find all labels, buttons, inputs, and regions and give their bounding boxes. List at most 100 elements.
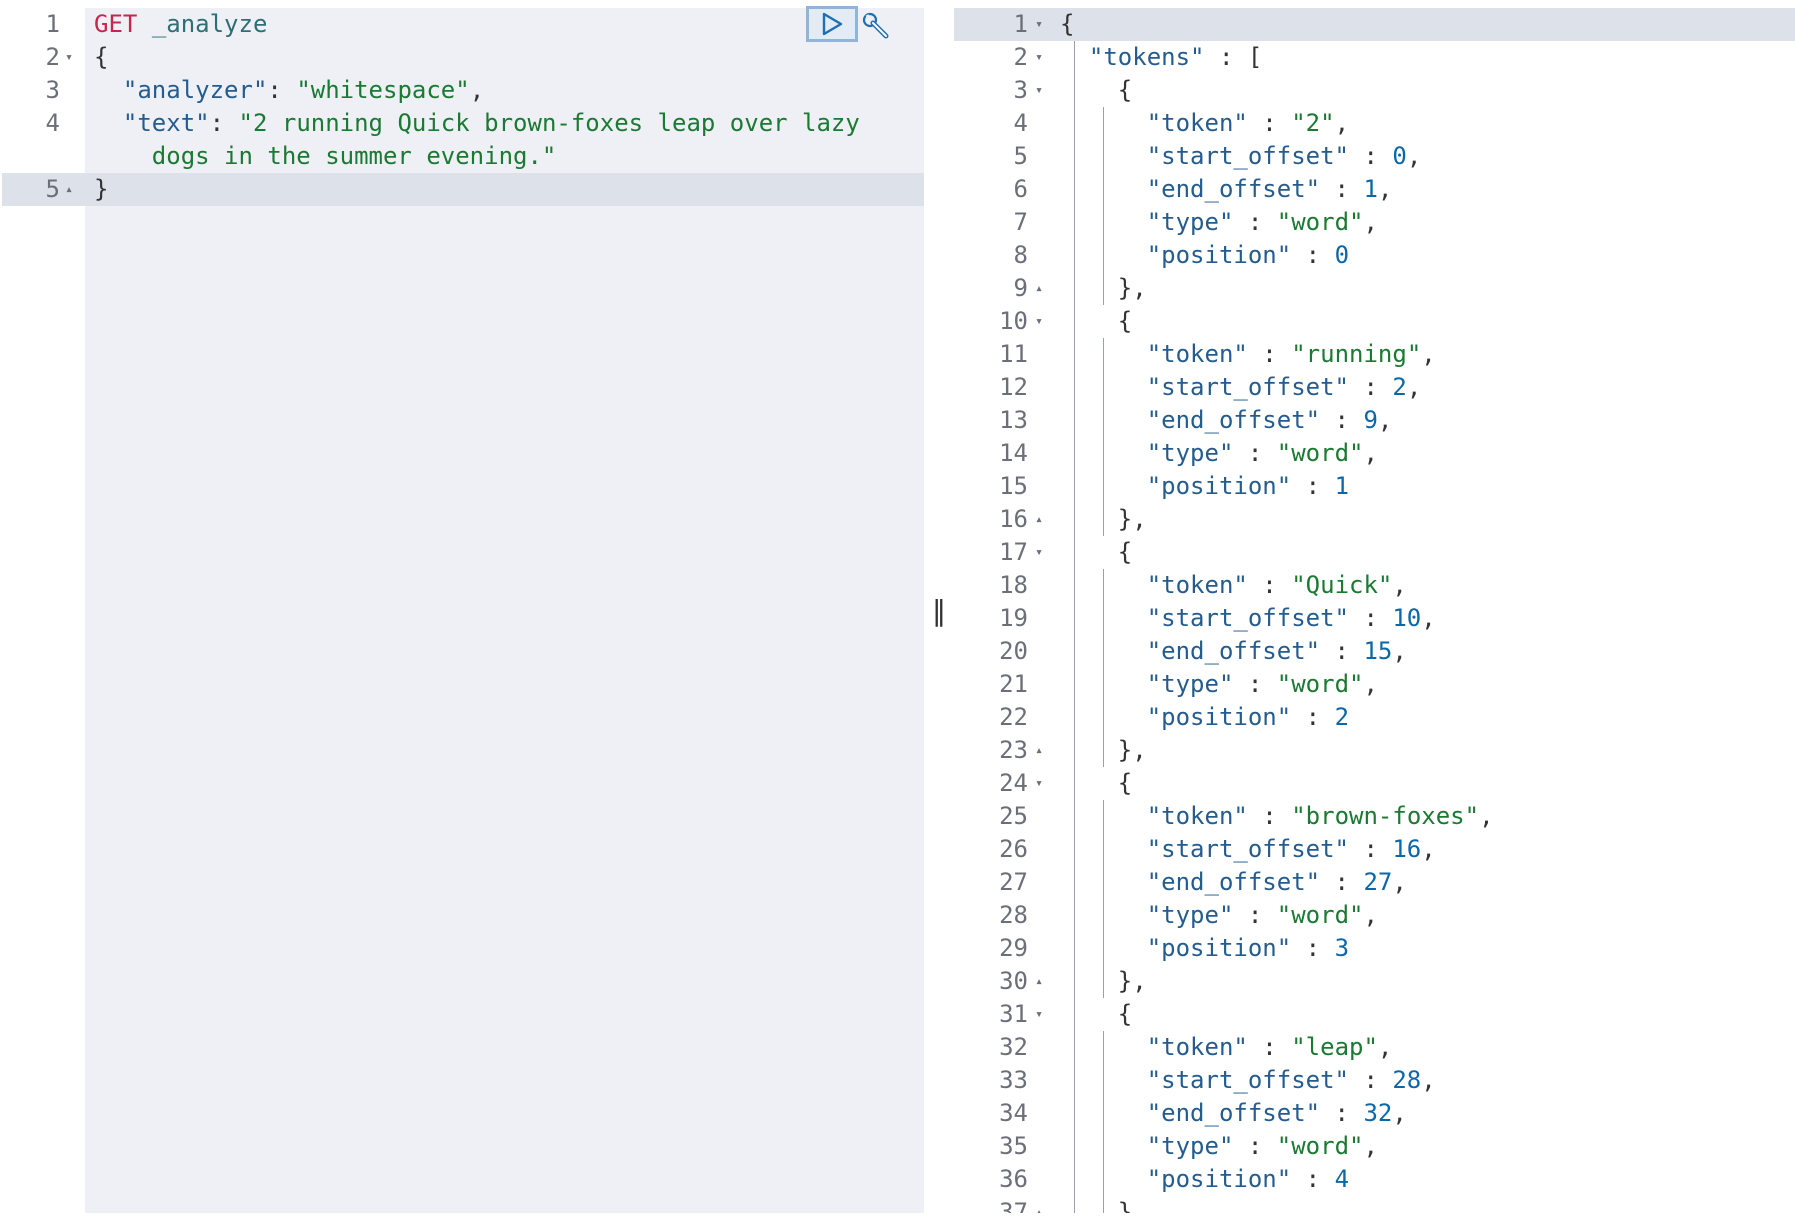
code-token: "type" — [1146, 439, 1234, 467]
indent-guide — [1103, 569, 1104, 767]
response-line[interactable]: 7 "type" : "word", — [954, 206, 1795, 239]
line-number: 27 — [999, 868, 1028, 896]
response-line[interactable]: 6 "end_offset" : 1, — [954, 173, 1795, 206]
response-line[interactable]: 22 "position" : 2 — [954, 701, 1795, 734]
response-line[interactable]: 4 "token" : "2", — [954, 107, 1795, 140]
request-line[interactable]: 1 GET _analyze — [2, 8, 924, 41]
code-token: "start_offset" — [1146, 604, 1349, 632]
response-line[interactable]: 34 "end_offset" : 32, — [954, 1097, 1795, 1130]
response-line[interactable]: 33 "start_offset" : 28, — [954, 1064, 1795, 1097]
fold-collapse-icon[interactable]: ▾ — [1032, 998, 1046, 1031]
pane-resizer[interactable]: ‖ — [924, 8, 954, 1213]
code-token: "analyzer" — [122, 76, 268, 104]
response-line[interactable]: 15 "position" : 1 — [954, 470, 1795, 503]
response-line[interactable]: 24 ▾ { — [954, 767, 1795, 800]
response-line[interactable]: 3 ▾ { — [954, 74, 1795, 107]
fold-expand-icon[interactable]: ▴ — [1032, 965, 1046, 998]
fold-expand-icon[interactable]: ▴ — [1032, 272, 1046, 305]
response-line[interactable]: 21 "type" : "word", — [954, 668, 1795, 701]
code-text: { — [1060, 536, 1132, 569]
fold-collapse-icon[interactable]: ▾ — [62, 41, 76, 74]
code-token: , — [1363, 439, 1378, 467]
code-text: "type" : "word", — [1060, 206, 1378, 239]
fold-collapse-icon[interactable]: ▾ — [1032, 41, 1046, 74]
line-number: 34 — [999, 1099, 1028, 1127]
line-number: 22 — [999, 703, 1028, 731]
response-line[interactable]: 29 "position" : 3 — [954, 932, 1795, 965]
request-lines[interactable]: 1 GET _analyze 2 ▾ {3 "analyzer": "whitespac… — [2, 8, 924, 206]
response-line[interactable]: 19 "start_offset" : 10, — [954, 602, 1795, 635]
line-number: 29 — [999, 934, 1028, 962]
code-text: "text": "2 running Quick brown-foxes lea… — [94, 107, 860, 140]
line-number: 24 — [999, 769, 1028, 797]
response-line[interactable]: 11 "token" : "running", — [954, 338, 1795, 371]
code-token: "leap" — [1291, 1033, 1378, 1061]
response-line[interactable]: 14 "type" : "word", — [954, 437, 1795, 470]
run-request-button[interactable] — [806, 6, 858, 42]
code-token: "2 running Quick brown-foxes leap over l… — [238, 109, 860, 137]
code-token: "Quick" — [1291, 571, 1393, 599]
code-token: GET — [94, 10, 138, 38]
code-token: "end_offset" — [1146, 175, 1321, 203]
response-line[interactable]: 2 ▾ "tokens" : [ — [954, 41, 1795, 74]
response-line[interactable]: 27 "end_offset" : 27, — [954, 866, 1795, 899]
code-token: "position" — [1146, 1165, 1292, 1193]
line-number: 2 — [45, 43, 60, 71]
response-line[interactable]: 5 "start_offset" : 0, — [954, 140, 1795, 173]
response-line[interactable]: 30 ▴ }, — [954, 965, 1795, 998]
fold-collapse-icon[interactable]: ▾ — [1032, 767, 1046, 800]
response-line[interactable]: 1 ▾ { — [954, 8, 1795, 41]
response-line[interactable]: 26 "start_offset" : 16, — [954, 833, 1795, 866]
code-token: 3 — [1334, 934, 1350, 962]
request-line[interactable]: 3 "analyzer": "whitespace", — [2, 74, 924, 107]
code-token: { — [1060, 76, 1133, 104]
line-number — [2, 140, 60, 173]
fold-expand-icon[interactable]: ▴ — [1032, 734, 1046, 767]
request-line[interactable]: 5 ▴} — [2, 173, 924, 206]
code-token: : — [1349, 1066, 1393, 1094]
code-token: "type" — [1146, 208, 1234, 236]
response-line[interactable]: 16 ▴ }, — [954, 503, 1795, 536]
response-viewer[interactable]: 1 ▾{2 ▾ "tokens" : [3 ▾ {4 "token" : "2", 5 … — [954, 8, 1795, 1213]
response-line[interactable]: 35 "type" : "word", — [954, 1130, 1795, 1163]
fold-expand-icon[interactable]: ▴ — [1032, 1196, 1046, 1213]
fold-expand-icon[interactable]: ▴ — [1032, 503, 1046, 536]
response-line[interactable]: 18 "token" : "Quick", — [954, 569, 1795, 602]
response-line[interactable]: 20 "end_offset" : 15, — [954, 635, 1795, 668]
line-number: 37 — [999, 1198, 1028, 1213]
response-line[interactable]: 36 "position" : 4 — [954, 1163, 1795, 1196]
response-line[interactable]: 25 "token" : "brown-foxes", — [954, 800, 1795, 833]
code-token: : — [1291, 934, 1335, 962]
code-token: : — [209, 109, 239, 137]
code-token: "end_offset" — [1146, 868, 1321, 896]
code-token: , — [1377, 406, 1393, 434]
code-token: , — [1406, 142, 1422, 170]
code-token: "start_offset" — [1146, 835, 1349, 863]
response-line[interactable]: 17 ▾ { — [954, 536, 1795, 569]
response-line[interactable]: 37 ▴ }, — [954, 1196, 1795, 1213]
code-token: , — [1392, 637, 1407, 665]
line-number: 1 — [45, 10, 60, 38]
fold-collapse-icon[interactable]: ▾ — [1032, 8, 1046, 41]
line-number: 11 — [999, 340, 1028, 368]
response-line[interactable]: 12 "start_offset" : 2, — [954, 371, 1795, 404]
response-line[interactable]: 31 ▾ { — [954, 998, 1795, 1031]
fold-collapse-icon[interactable]: ▾ — [1032, 305, 1046, 338]
response-line[interactable]: 32 "token" : "leap", — [954, 1031, 1795, 1064]
request-line[interactable]: 4 "text": "2 running Quick brown-foxes l… — [2, 107, 924, 140]
request-settings-button[interactable] — [858, 8, 894, 44]
response-line[interactable]: 8 "position" : 0 — [954, 239, 1795, 272]
response-line[interactable]: 13 "end_offset" : 9, — [954, 404, 1795, 437]
request-line[interactable]: dogs in the summer evening." — [2, 140, 924, 173]
line-number: 33 — [999, 1066, 1028, 1094]
response-line[interactable]: 9 ▴ }, — [954, 272, 1795, 305]
code-token: : — [1349, 835, 1393, 863]
request-line[interactable]: 2 ▾ { — [2, 41, 924, 74]
fold-expand-icon[interactable]: ▴ — [62, 173, 76, 206]
response-line[interactable]: 10 ▾ { — [954, 305, 1795, 338]
response-line[interactable]: 23 ▴ }, — [954, 734, 1795, 767]
fold-collapse-icon[interactable]: ▾ — [1032, 536, 1046, 569]
fold-collapse-icon[interactable]: ▾ — [1032, 74, 1046, 107]
request-editor[interactable]: 1 GET _analyze 2 ▾ {3 "analyzer": "whitespac… — [2, 8, 924, 1213]
response-line[interactable]: 28 "type" : "word", — [954, 899, 1795, 932]
